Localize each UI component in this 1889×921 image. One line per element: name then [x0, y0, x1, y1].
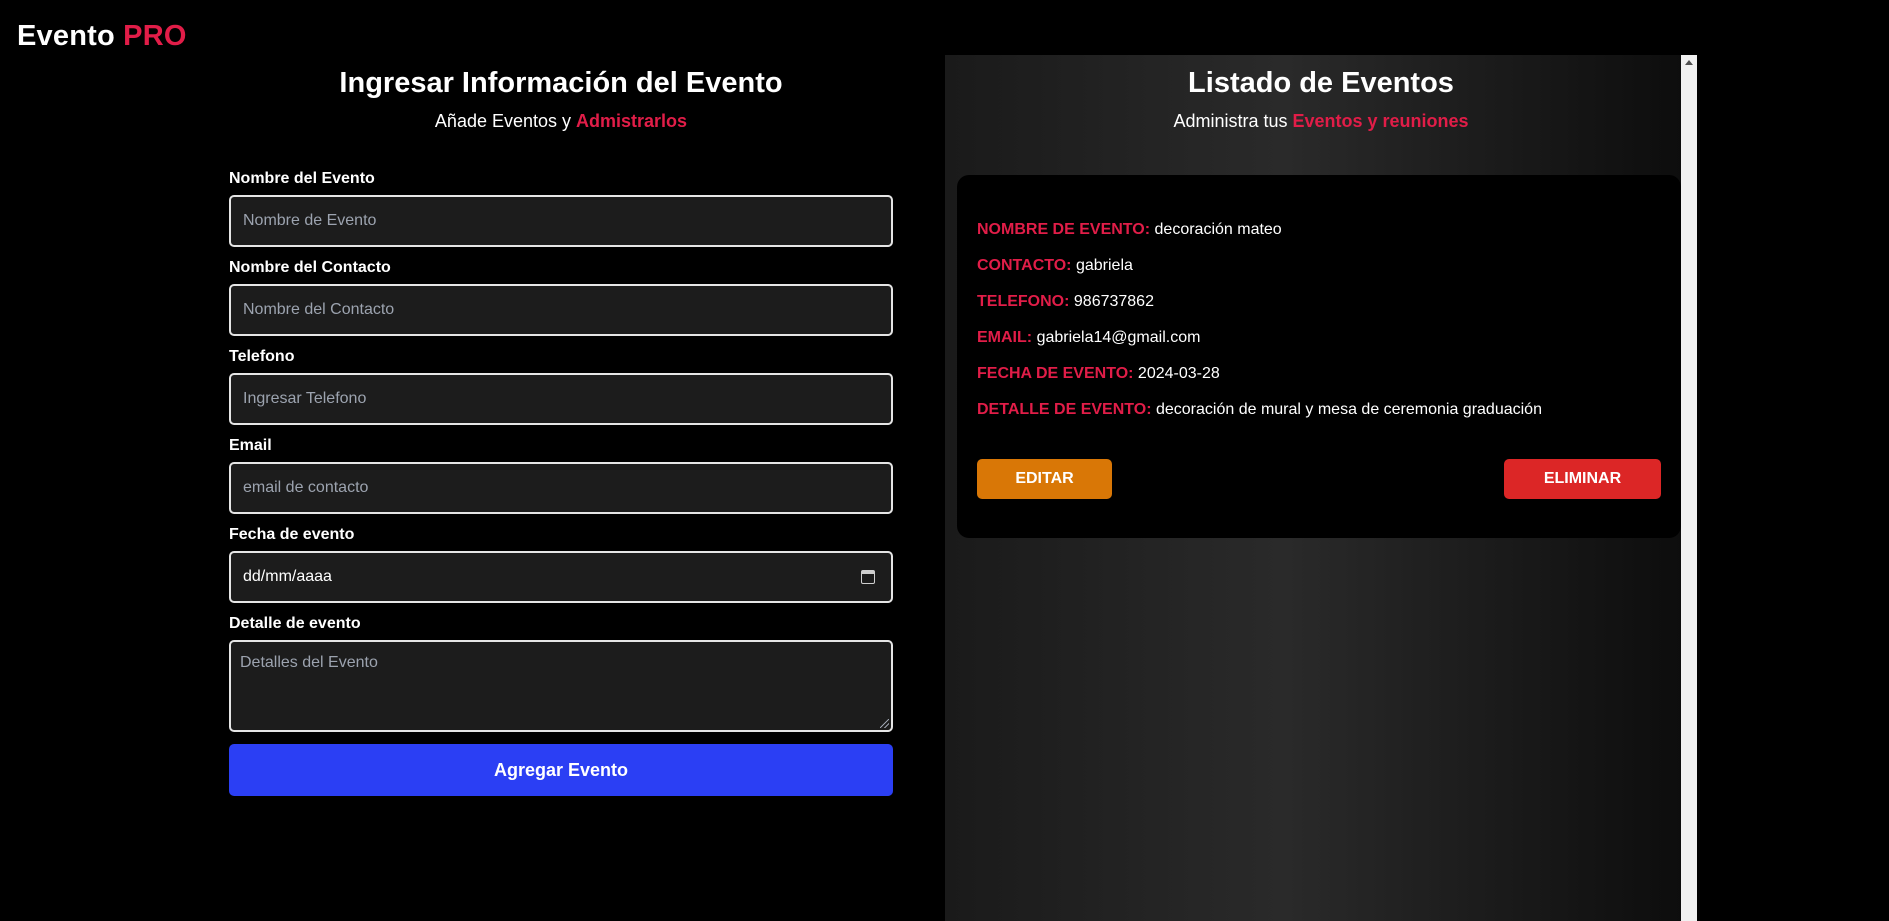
details-textarea[interactable]: Detalles del Evento — [229, 640, 893, 732]
details-group: Detalle de evento Detalles del Evento — [229, 615, 893, 732]
event-name-group: Nombre del Evento Nombre de Evento — [229, 170, 893, 247]
event-contact-value: gabriela — [1075, 257, 1133, 274]
date-input-value: dd/mm/aaaa — [243, 568, 332, 585]
logo-main: Evento — [17, 20, 115, 52]
contact-name-input[interactable]: Nombre del Contacto — [229, 284, 893, 336]
event-name-label: Nombre del Evento — [229, 170, 375, 187]
list-subtitle-accent: Eventos y reuniones — [1292, 111, 1469, 131]
phone-group: Telefono Ingresar Telefono — [229, 348, 893, 425]
details-placeholder: Detalles del Evento — [240, 654, 378, 671]
add-event-button[interactable]: Agregar Evento — [229, 744, 893, 796]
list-subtitle: Administra tus Eventos y reuniones — [945, 110, 1697, 132]
form-subtitle: Añade Eventos y Admistrarlos — [229, 110, 893, 132]
contact-name-label: Nombre del Contacto — [229, 259, 391, 276]
contact-name-group: Nombre del Contacto Nombre del Contacto — [229, 259, 893, 336]
event-form-section: Ingresar Información del Evento Añade Ev… — [229, 66, 893, 796]
vertical-scrollbar[interactable] — [1681, 55, 1697, 921]
event-contact-row: CONTACTO: gabriela — [977, 256, 1661, 276]
event-contact-key: CONTACTO: — [977, 257, 1072, 274]
event-name-input[interactable]: Nombre de Evento — [229, 195, 893, 247]
edit-button[interactable]: EDITAR — [977, 459, 1112, 499]
event-details-value: decoración de mural y mesa de ceremonia … — [1155, 401, 1542, 418]
event-phone-value: 986737862 — [1073, 293, 1154, 310]
event-name-value: decoración mateo — [1154, 221, 1282, 238]
date-group: Fecha de evento dd/mm/aaaa — [229, 526, 893, 603]
date-input[interactable]: dd/mm/aaaa — [229, 551, 893, 603]
resize-grip-icon[interactable] — [880, 719, 889, 728]
app-logo: Evento PRO — [17, 20, 187, 53]
event-name-row: NOMBRE DE EVENTO: decoración mateo — [977, 220, 1661, 240]
event-email-value: gabriela14@gmail.com — [1036, 329, 1201, 346]
event-date-row: FECHA DE EVENTO: 2024-03-28 — [977, 364, 1661, 384]
event-date-key: FECHA DE EVENTO: — [977, 365, 1134, 382]
form-title: Ingresar Información del Evento — [339, 67, 783, 99]
email-label: Email — [229, 437, 272, 454]
event-date-value: 2024-03-28 — [1137, 365, 1220, 382]
date-label: Fecha de evento — [229, 526, 355, 543]
list-title: Listado de Eventos — [1188, 67, 1454, 99]
delete-button[interactable]: ELIMINAR — [1504, 459, 1661, 499]
details-label: Detalle de evento — [229, 615, 361, 632]
event-card: NOMBRE DE EVENTO: decoración mateo CONTA… — [957, 175, 1681, 538]
event-phone-row: TELEFONO: 986737862 — [977, 292, 1661, 312]
form-subtitle-accent: Admistrarlos — [576, 111, 688, 131]
email-group: Email email de contacto — [229, 437, 893, 514]
event-email-row: EMAIL: gabriela14@gmail.com — [977, 328, 1661, 348]
scroll-up-arrow-icon[interactable] — [1685, 60, 1693, 65]
phone-input[interactable]: Ingresar Telefono — [229, 373, 893, 425]
event-card-actions: EDITAR ELIMINAR — [977, 459, 1661, 499]
event-list-section: Listado de Eventos Administra tus Evento… — [945, 55, 1697, 921]
calendar-icon[interactable] — [861, 570, 875, 584]
event-name-key: NOMBRE DE EVENTO: — [977, 221, 1151, 238]
email-input[interactable]: email de contacto — [229, 462, 893, 514]
list-subtitle-prefix: Administra tus — [1173, 111, 1288, 131]
event-details-row: DETALLE DE EVENTO: decoración de mural y… — [977, 400, 1661, 420]
form-subtitle-prefix: Añade Eventos y — [434, 111, 572, 131]
event-form: Nombre del Evento Nombre de Evento Nombr… — [229, 170, 893, 796]
phone-label: Telefono — [229, 348, 295, 365]
event-email-key: EMAIL: — [977, 329, 1033, 346]
logo-accent: PRO — [123, 20, 187, 52]
event-details-key: DETALLE DE EVENTO: — [977, 401, 1152, 418]
event-phone-key: TELEFONO: — [977, 293, 1070, 310]
